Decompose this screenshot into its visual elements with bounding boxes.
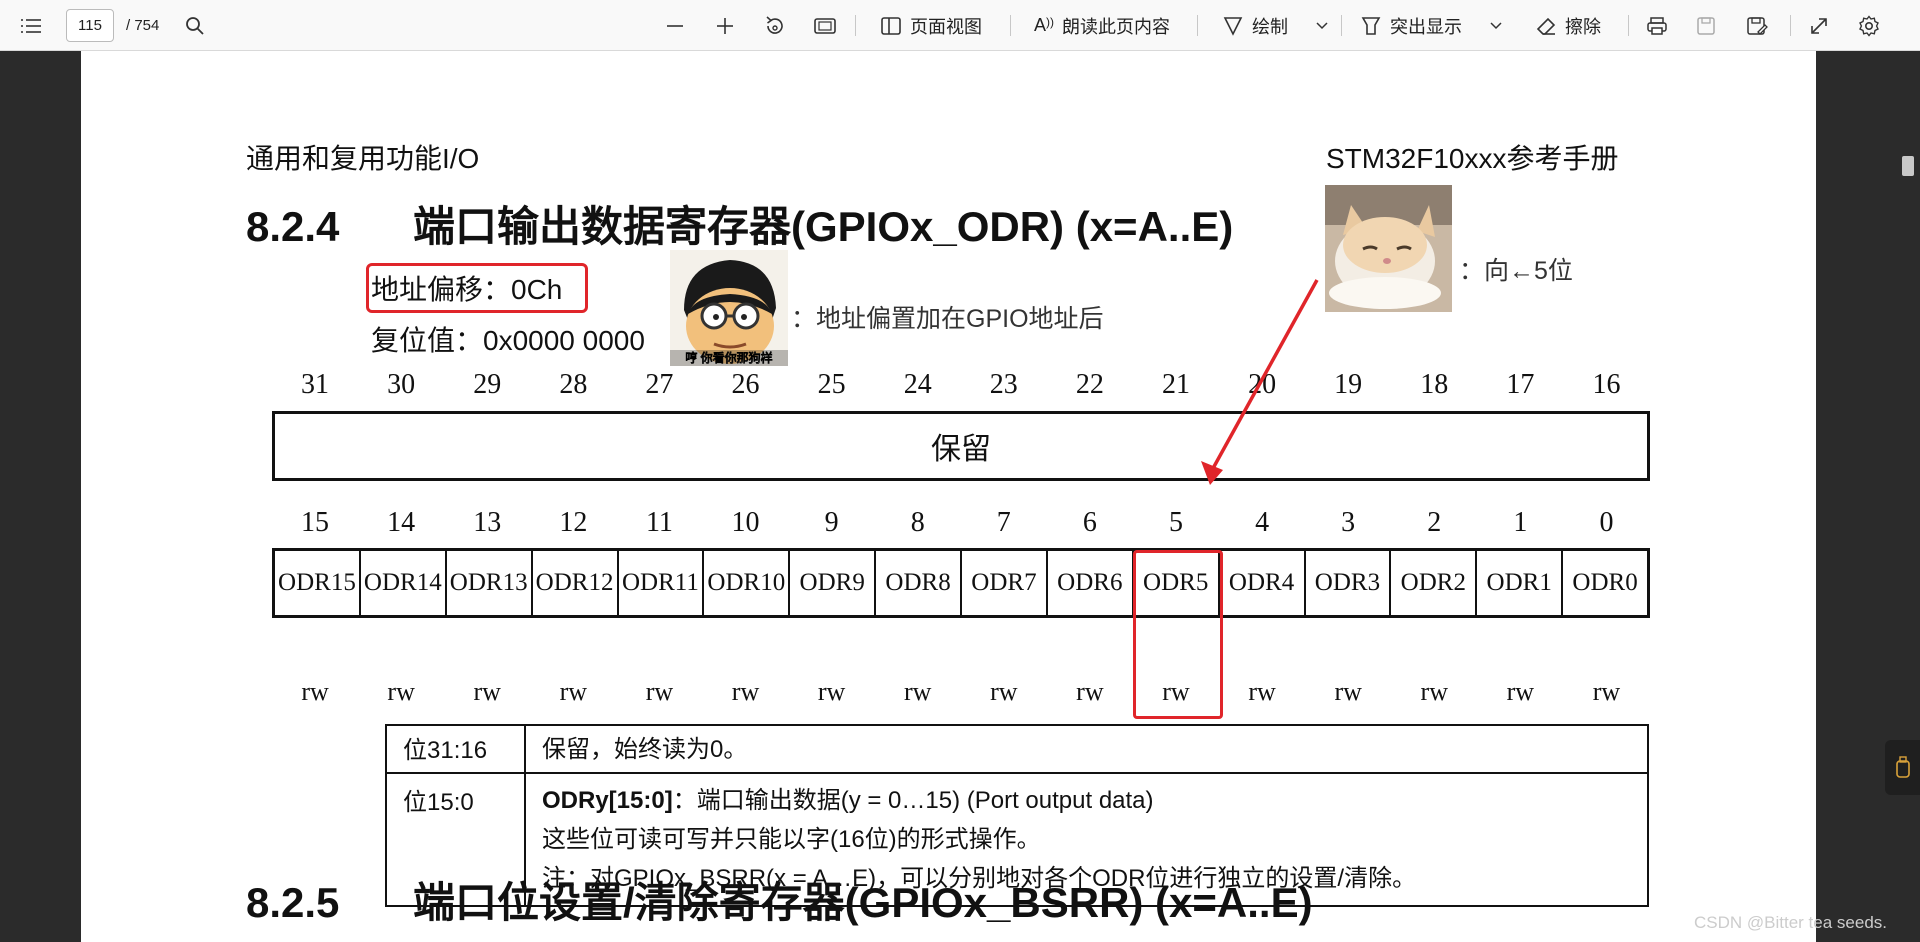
contents-icon[interactable] — [20, 0, 42, 51]
vertical-scrollbar[interactable] — [1898, 51, 1920, 942]
zoom-out-icon[interactable] — [665, 0, 685, 51]
read-aloud-button[interactable]: A)) 朗读此页内容 — [1034, 0, 1170, 51]
pdf-page: 通用和复用功能I/O STM32F10xxx参考手册 8.2.4 端口输出数据寄存… — [81, 51, 1816, 942]
settings-gear-icon[interactable] — [1858, 0, 1880, 51]
read-aloud-icon: A)) — [1034, 15, 1055, 35]
draw-icon — [1222, 15, 1244, 37]
eraser-icon — [1535, 15, 1557, 37]
draw-label: 绘制 — [1252, 16, 1288, 37]
search-icon[interactable] — [185, 0, 205, 51]
expand-icon[interactable] — [1809, 0, 1829, 51]
red-arrow-annotation — [1201, 279, 1319, 485]
erase-button[interactable]: 擦除 — [1535, 0, 1601, 51]
draw-button[interactable]: 绘制 — [1222, 0, 1288, 51]
highlight-button[interactable]: 突出显示 — [1360, 0, 1462, 51]
erase-label: 擦除 — [1565, 16, 1601, 37]
page-view-icon — [880, 16, 902, 36]
rotate-icon[interactable] — [764, 0, 786, 51]
highlighter-icon — [1360, 15, 1382, 37]
zoom-in-icon[interactable] — [715, 0, 735, 51]
page-number-input[interactable]: 115 — [66, 9, 114, 42]
page-view-button[interactable]: 页面视图 — [880, 0, 982, 51]
page-view-label: 页面视图 — [910, 16, 982, 37]
scrollbar-thumb[interactable] — [1902, 156, 1914, 176]
highlight-options-chevron-down-icon[interactable] — [1490, 0, 1502, 51]
draw-options-chevron-down-icon[interactable] — [1316, 0, 1328, 51]
highlight-label: 突出显示 — [1390, 16, 1462, 37]
save-as-icon[interactable] — [1746, 0, 1768, 51]
fit-page-icon[interactable] — [814, 0, 836, 51]
save-icon[interactable] — [1696, 0, 1716, 51]
page-total: / 754 — [126, 17, 160, 34]
watermark: CSDN @Bitter tea seeds. — [1694, 913, 1887, 932]
side-panel-icon — [1895, 755, 1910, 778]
pdf-toolbar: 115 / 754 页面视图 A)) 朗读此页内容 绘制 突出显示 擦除 — [0, 0, 1920, 51]
side-panel-toggle[interactable] — [1885, 740, 1920, 795]
print-icon[interactable] — [1646, 0, 1668, 51]
read-aloud-label: 朗读此页内容 — [1062, 16, 1171, 37]
